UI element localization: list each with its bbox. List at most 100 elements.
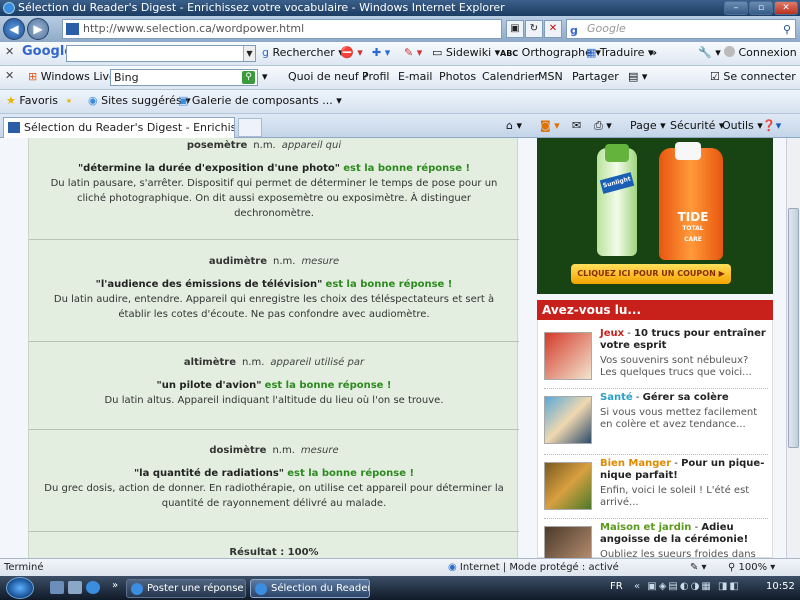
coupon-button[interactable]: CLIQUEZ ICI POUR UN COUPON ▶ bbox=[571, 264, 731, 284]
traduire-button[interactable]: ▦ Traduire ▾ bbox=[586, 46, 653, 59]
close-button[interactable]: ✕ bbox=[774, 1, 798, 15]
quiz-panel: posemètre n.m. appareil qui "détermine la … bbox=[28, 138, 519, 558]
more-chevron-icon[interactable]: » bbox=[650, 46, 657, 59]
live-item-profil[interactable]: Profil bbox=[362, 70, 389, 83]
article-thumbnail[interactable] bbox=[544, 526, 592, 558]
article-title-link[interactable]: 10 trucs pour entraîner votre esprit bbox=[600, 328, 766, 351]
divider bbox=[29, 429, 519, 430]
entry-definition: Du latin pausare, s'arrêter. Dispositif … bbox=[50, 178, 498, 189]
live-options-icon[interactable]: ▤ ▾ bbox=[628, 70, 647, 83]
galerie-link[interactable]: ▣ Galerie de composants ... ▾ bbox=[178, 94, 342, 107]
entry-quote: "l'audience des émissions de télévision" bbox=[95, 279, 323, 290]
search-go-icon[interactable]: ⚲ bbox=[242, 71, 255, 84]
connexion-button[interactable]: Connexion ▾ bbox=[724, 46, 800, 59]
page-menu[interactable]: Page ▾ bbox=[630, 119, 666, 132]
user-icon bbox=[724, 46, 735, 57]
live-item-calendrier[interactable]: Calendrier bbox=[482, 70, 539, 83]
stop-icon[interactable]: ✕ bbox=[544, 20, 562, 38]
list-item[interactable]: Santé - Gérer sa colère Si vous vous mett… bbox=[544, 392, 768, 452]
bookmark-icon[interactable]: ✎ ▾ bbox=[404, 46, 422, 59]
search-placeholder: Google bbox=[587, 22, 626, 35]
article-thumbnail[interactable] bbox=[544, 462, 592, 510]
taskbar-button[interactable]: Poster une réponse ... bbox=[126, 579, 246, 598]
url-text: http://www.selection.ca/wordpower.html bbox=[83, 22, 305, 35]
translate-icon: ▦ bbox=[586, 46, 597, 59]
add-favorite-icon[interactable]: ⭑ bbox=[66, 94, 72, 108]
rechercher-button[interactable]: g Rechercher ▾ bbox=[262, 46, 344, 59]
quicklaunch-more-icon[interactable]: » bbox=[112, 580, 118, 591]
entry-word: audimètre bbox=[208, 256, 267, 267]
list-item[interactable]: Maison et jardin - Adieu angoisse de la … bbox=[544, 522, 768, 558]
compat-view-icon[interactable]: ▣ bbox=[506, 20, 524, 38]
entry-word: dosimètre bbox=[209, 445, 267, 456]
refresh-icon[interactable]: ↻ bbox=[525, 20, 543, 38]
taskbar-button-active[interactable]: Sélection du Reader'... bbox=[250, 579, 370, 598]
page-icon: ▣ bbox=[178, 94, 189, 107]
close-toolbar-icon[interactable]: ✕ bbox=[5, 45, 14, 58]
tab-title: Sélection du Reader's Digest - Enrichiss… bbox=[24, 121, 235, 134]
entry-word: altimètre bbox=[183, 357, 236, 368]
article-title-link[interactable]: Gérer sa colère bbox=[643, 392, 729, 403]
zoom-control[interactable]: ⚲ 100% ▾ bbox=[728, 559, 775, 576]
live-item-quoi[interactable]: Quoi de neuf ? bbox=[288, 70, 368, 83]
right-column: Sunlight TIDE TOTAL CARE CLIQUEZ ICI POUR… bbox=[537, 138, 773, 558]
new-tab-button[interactable] bbox=[238, 118, 262, 137]
wrench-icon[interactable]: 🔧 ▾ bbox=[698, 46, 721, 59]
forward-button[interactable]: ▶ bbox=[27, 18, 49, 40]
home-icon[interactable]: ⌂ ▾ bbox=[506, 119, 522, 132]
back-button[interactable]: ◀ bbox=[3, 18, 25, 40]
live-item-msn[interactable]: MSN bbox=[538, 70, 563, 83]
live-item-photos[interactable]: Photos bbox=[439, 70, 476, 83]
mail-icon[interactable]: ✉ bbox=[572, 119, 581, 132]
bing-search-input[interactable]: Bing ⚲ bbox=[110, 69, 258, 86]
popup-blocker-icon[interactable]: ⛔ ▾ bbox=[340, 46, 363, 59]
feeds-icon[interactable]: ◙ ▾ bbox=[540, 119, 560, 132]
entry-quote: "la quantité de radiations" bbox=[133, 468, 285, 479]
help-icon[interactable]: ❓▾ bbox=[762, 119, 781, 132]
advertisement-banner[interactable]: Sunlight TIDE TOTAL CARE CLIQUEZ ICI POUR… bbox=[537, 138, 773, 294]
favoris-button[interactable]: ★ Favoris bbox=[6, 94, 58, 107]
search-icon[interactable]: ⚲ bbox=[783, 21, 791, 39]
maximize-button[interactable]: ▫ bbox=[749, 1, 773, 15]
list-item[interactable]: Bien Manger - Pour un pique-nique parfai… bbox=[544, 458, 768, 518]
tray-icons[interactable]: « ▣◈▤◐◑▦ ◨◧ bbox=[634, 581, 741, 592]
sites-suggeres-link[interactable]: ◉ Sites suggérés ▾ bbox=[88, 94, 191, 107]
ie-quicklaunch-icon[interactable] bbox=[86, 581, 100, 594]
search-box[interactable]: g Google ⚲ bbox=[566, 19, 796, 39]
close-toolbar-icon[interactable]: ✕ bbox=[5, 69, 14, 82]
quiz-entry: posemètre n.m. appareil qui "détermine la … bbox=[29, 138, 519, 221]
protected-mode-icon[interactable]: ✎ ▾ bbox=[690, 559, 707, 576]
clock[interactable]: 10:52 bbox=[766, 581, 795, 592]
vertical-scrollbar[interactable] bbox=[786, 138, 800, 558]
tab-active[interactable]: Sélection du Reader's Digest - Enrichiss… bbox=[3, 117, 235, 138]
print-icon[interactable]: ⎙ ▾ bbox=[594, 119, 612, 133]
sidebar-list: Jeux - 10 trucs pour entraîner votre esp… bbox=[537, 320, 773, 558]
security-zone[interactable]: ◉ Internet | Mode protégé : activé bbox=[448, 559, 619, 576]
correct-label: est la bonne réponse ! bbox=[343, 163, 471, 174]
entry-word: posemètre bbox=[186, 140, 248, 151]
scrollbar-thumb[interactable] bbox=[788, 208, 799, 448]
plus-icon[interactable]: ✚ ▾ bbox=[372, 46, 390, 59]
securite-menu[interactable]: Sécurité ▾ bbox=[670, 119, 724, 132]
language-indicator[interactable]: FR bbox=[610, 581, 623, 592]
article-thumbnail[interactable] bbox=[544, 332, 592, 380]
chevron-down-icon[interactable]: ▼ bbox=[243, 46, 255, 61]
live-item-partager[interactable]: Partager bbox=[572, 70, 619, 83]
minimize-button[interactable]: – bbox=[724, 1, 748, 15]
url-field[interactable]: http://www.selection.ca/wordpower.html bbox=[62, 19, 502, 39]
quiz-entry: dosimètre n.m. mesure "la quantité de radi… bbox=[29, 443, 519, 511]
google-search-input[interactable]: ▼ bbox=[66, 45, 256, 62]
list-item[interactable]: Jeux - 10 trucs pour entraîner votre esp… bbox=[544, 328, 768, 388]
show-desktop-icon[interactable] bbox=[50, 581, 64, 594]
windows-live-button[interactable]: ⊞ Windows Live bbox=[28, 70, 116, 83]
outils-menu[interactable]: Outils ▾ bbox=[722, 119, 763, 132]
start-button[interactable] bbox=[6, 577, 34, 599]
se-connecter-button[interactable]: ☑ Se connecter bbox=[710, 70, 796, 83]
switch-windows-icon[interactable] bbox=[68, 581, 82, 594]
entry-definition: Du grec dosis, action de donner. En radi… bbox=[44, 483, 504, 494]
chevron-down-icon[interactable]: ▾ bbox=[262, 70, 268, 83]
entry-quote: "un pilote d'avion" bbox=[156, 380, 262, 391]
article-thumbnail[interactable] bbox=[544, 396, 592, 444]
sidewiki-button[interactable]: ▭ Sidewiki ▾ bbox=[432, 46, 500, 59]
live-item-email[interactable]: E-mail bbox=[398, 70, 433, 83]
